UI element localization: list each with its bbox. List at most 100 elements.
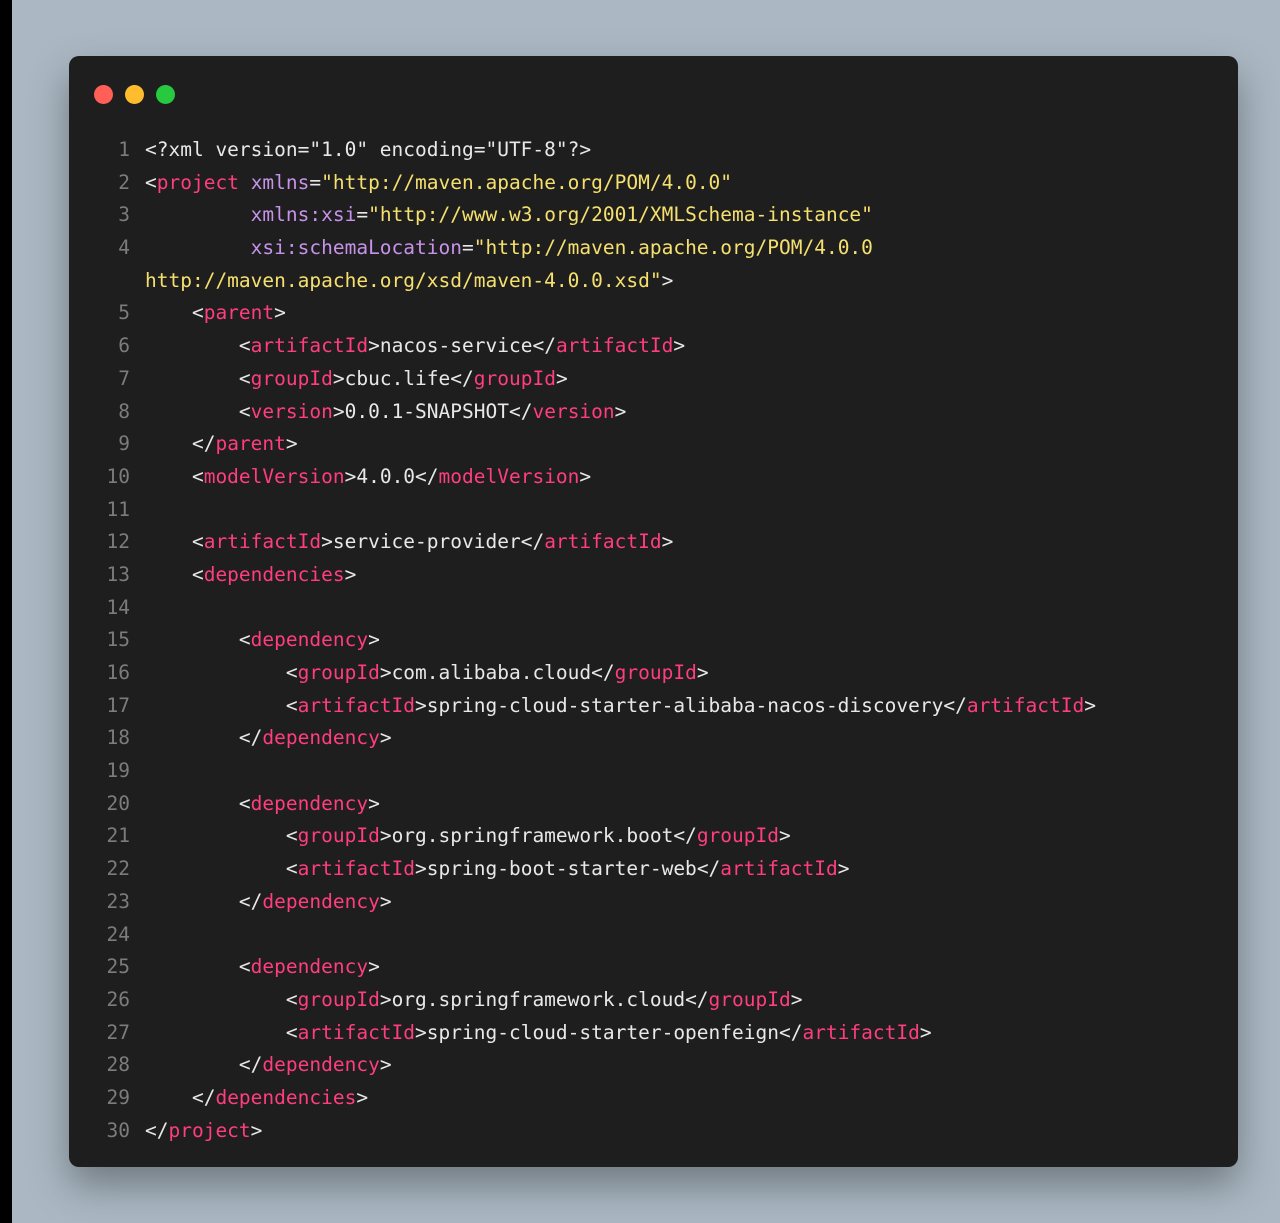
code-token: > — [555, 366, 568, 390]
code-token: "http://maven.apache.org/POM/4.0.0" — [321, 170, 733, 194]
code-line: 22 <artifactId>spring-boot-starter-web</… — [69, 853, 1238, 886]
code-line: 1 <?xml version="1.0" encoding="UTF-8"?> — [69, 134, 1238, 167]
code-token: </ — [145, 432, 216, 456]
code-token: xmlns:xsi — [250, 203, 357, 227]
code-token: > — [919, 1020, 932, 1044]
code-token: < — [145, 693, 298, 717]
code-content: <groupId>com.alibaba.cloud</groupId> — [130, 657, 709, 690]
code-token: > — [790, 987, 803, 1011]
code-token: > — [285, 432, 298, 456]
code-token: < — [145, 366, 251, 390]
code-token: project — [156, 170, 239, 194]
code-line: 19 — [69, 755, 1238, 788]
code-token: < — [145, 1020, 298, 1044]
line-number: 29 — [106, 1085, 130, 1109]
code-token: dependency — [250, 955, 369, 979]
code-token: </ — [145, 1053, 263, 1077]
line-number: 3 — [118, 203, 130, 227]
maximize-dot-icon[interactable] — [156, 85, 175, 104]
code-token: dependency — [262, 1053, 380, 1077]
code-token: groupId — [297, 824, 380, 848]
code-content — [130, 755, 145, 788]
code-token: spring-boot-starter-web — [426, 857, 697, 881]
line-number: 9 — [118, 432, 130, 456]
code-token: > — [356, 1085, 369, 1109]
code-token: </ — [685, 987, 709, 1011]
code-token: < — [145, 170, 157, 194]
code-token: > — [368, 791, 380, 815]
code-content: <groupId>cbuc.life</groupId> — [130, 363, 568, 396]
code-token: parent — [203, 301, 275, 325]
code-line: 21 <groupId>org.springframework.boot</gr… — [69, 820, 1238, 853]
line-number: 30 — [106, 1118, 130, 1142]
code-content: http://maven.apache.org/xsd/maven-4.0.0.… — [69, 265, 673, 298]
line-number: 18 — [106, 726, 130, 750]
code-token: groupId — [614, 661, 697, 684]
code-token: < — [145, 334, 251, 358]
code-token: </ — [145, 1085, 216, 1109]
line-number: 6 — [118, 334, 130, 358]
minimize-dot-icon[interactable] — [125, 85, 144, 104]
code-line: 25 <dependency> — [69, 951, 1238, 984]
code-token: = — [356, 203, 369, 227]
code-token: artifactId — [297, 1020, 416, 1044]
code-token: spring-cloud-starter-openfeign — [426, 1020, 779, 1044]
code-token: </ — [145, 1118, 169, 1142]
code-token: < — [145, 562, 204, 586]
code-token: > — [379, 1053, 392, 1077]
code-line: 5 <parent> — [69, 297, 1238, 330]
code-token: </ — [508, 399, 533, 423]
code-token: > — [837, 857, 850, 881]
code-token: > — [379, 661, 392, 684]
line-number: 8 — [118, 399, 130, 423]
code-token: artifactId — [297, 857, 416, 881]
code-token: > — [379, 824, 392, 848]
code-content — [130, 919, 145, 952]
code-token: < — [145, 628, 251, 652]
code-token: > — [614, 399, 627, 423]
code-content: xsi:schemaLocation="http://maven.apache.… — [130, 232, 873, 265]
code-token: artifactId — [555, 334, 674, 358]
code-content: </dependency> — [130, 722, 392, 755]
close-dot-icon[interactable] — [94, 85, 113, 104]
code-token: </ — [673, 824, 697, 848]
code-token: cbuc.life — [344, 366, 451, 390]
code-token: < — [145, 824, 298, 848]
code-token: </ — [450, 366, 474, 390]
code-line: 30 </project> — [69, 1115, 1238, 1148]
code-token: > — [379, 726, 392, 750]
code-token: modelVersion — [203, 464, 345, 488]
code-token: </ — [696, 857, 721, 881]
code-token: dependency — [262, 726, 380, 750]
code-token: > — [1084, 693, 1096, 717]
code-content: <dependency> — [130, 951, 380, 984]
line-number: 2 — [118, 170, 130, 194]
code-token: > — [415, 693, 427, 717]
line-number: 17 — [106, 693, 130, 717]
code-content — [130, 592, 145, 625]
code-token: version — [532, 399, 615, 423]
line-number: 24 — [106, 922, 130, 946]
code-token: spring-cloud-starter-alibaba-nacos-disco… — [426, 693, 944, 717]
code-content: <groupId>org.springframework.boot</group… — [130, 820, 791, 853]
code-token: > — [321, 530, 333, 554]
code-token: com.alibaba.cloud — [391, 661, 592, 684]
code-content: <artifactId>spring-boot-starter-web</art… — [130, 853, 850, 886]
code-content: <parent> — [130, 297, 286, 330]
code-window: 1 <?xml version="1.0" encoding="UTF-8"?> 2… — [69, 56, 1238, 1167]
code-token: groupId — [696, 824, 779, 848]
code-line: 4 xsi:schemaLocation="http://maven.apach… — [69, 232, 1238, 265]
code-token: </ — [145, 889, 263, 913]
code-token: dependency — [250, 628, 369, 652]
line-number: 13 — [106, 562, 130, 586]
code-token: dependencies — [203, 562, 345, 586]
code-block: 1 <?xml version="1.0" encoding="UTF-8"?> 2… — [69, 134, 1238, 1147]
line-number: 14 — [106, 595, 130, 619]
line-number: 7 — [118, 366, 130, 390]
code-token: > — [779, 824, 791, 848]
code-content: <modelVersion>4.0.0</modelVersion> — [130, 461, 591, 494]
code-token: = — [462, 236, 474, 260]
line-number: 22 — [106, 857, 130, 881]
code-token: <?xml version="1.0" encoding="UTF-8"?> — [145, 138, 592, 161]
